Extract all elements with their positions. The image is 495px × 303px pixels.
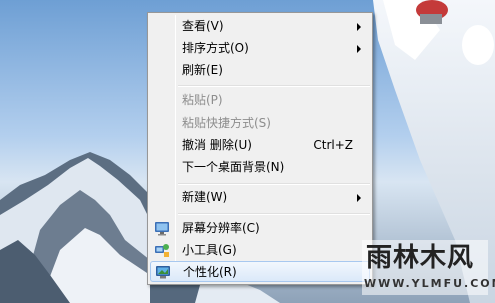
menu-item-label: 粘贴快捷方式(S) (182, 116, 271, 130)
submenu-arrow-icon (357, 23, 361, 31)
menu-item-label: 排序方式(O) (182, 41, 249, 55)
menu-item-label: 个性化(R) (183, 265, 237, 279)
menu-item-label: 新建(W) (182, 190, 228, 204)
menu-item-label: 查看(V) (182, 19, 224, 33)
menu-item-label: 下一个桌面背景(N) (182, 160, 285, 174)
menu-item-label: 小工具(G) (182, 243, 237, 257)
monitor-icon (155, 222, 169, 236)
menu-item-new[interactable]: 新建(W) (150, 187, 370, 208)
desktop-context-menu: 查看(V) 排序方式(O) 刷新(E) 粘贴(P) 粘贴快捷方式(S) 撤消 删… (147, 12, 373, 285)
menu-item-view[interactable]: 查看(V) (150, 16, 370, 37)
menu-item-gadgets[interactable]: 小工具(G) (150, 240, 370, 261)
menu-item-label: 撤消 删除(U) (182, 138, 252, 152)
menu-item-shortcut: Ctrl+Z (313, 138, 353, 152)
menu-item-paste[interactable]: 粘贴(P) (150, 90, 370, 111)
menu-item-label: 刷新(E) (182, 63, 223, 77)
menu-item-undo-delete[interactable]: 撤消 删除(U) Ctrl+Z (150, 135, 370, 156)
menu-item-screen-resolution[interactable]: 屏幕分辨率(C) (150, 218, 370, 239)
menu-item-paste-shortcut[interactable]: 粘贴快捷方式(S) (150, 113, 370, 134)
personalize-icon (156, 266, 170, 279)
submenu-arrow-icon (357, 45, 361, 53)
menu-item-next-desktop-background[interactable]: 下一个桌面背景(N) (150, 157, 370, 178)
menu-separator (178, 183, 370, 185)
menu-item-label: 屏幕分辨率(C) (182, 221, 260, 235)
watermark-logo: 雨林木风 WWW.YLMFU.COM (362, 240, 495, 295)
menu-item-refresh[interactable]: 刷新(E) (150, 60, 370, 81)
menu-item-sort-by[interactable]: 排序方式(O) (150, 38, 370, 59)
menu-separator (178, 213, 370, 215)
menu-item-personalize[interactable]: 个性化(R) (150, 261, 370, 282)
submenu-arrow-icon (357, 194, 361, 202)
menu-separator (178, 85, 370, 87)
watermark-url: WWW.YLMFU.COM (364, 277, 495, 290)
gadgets-icon (155, 244, 169, 257)
menu-item-label: 粘贴(P) (182, 93, 223, 107)
watermark-title: 雨林木风 (366, 243, 475, 273)
